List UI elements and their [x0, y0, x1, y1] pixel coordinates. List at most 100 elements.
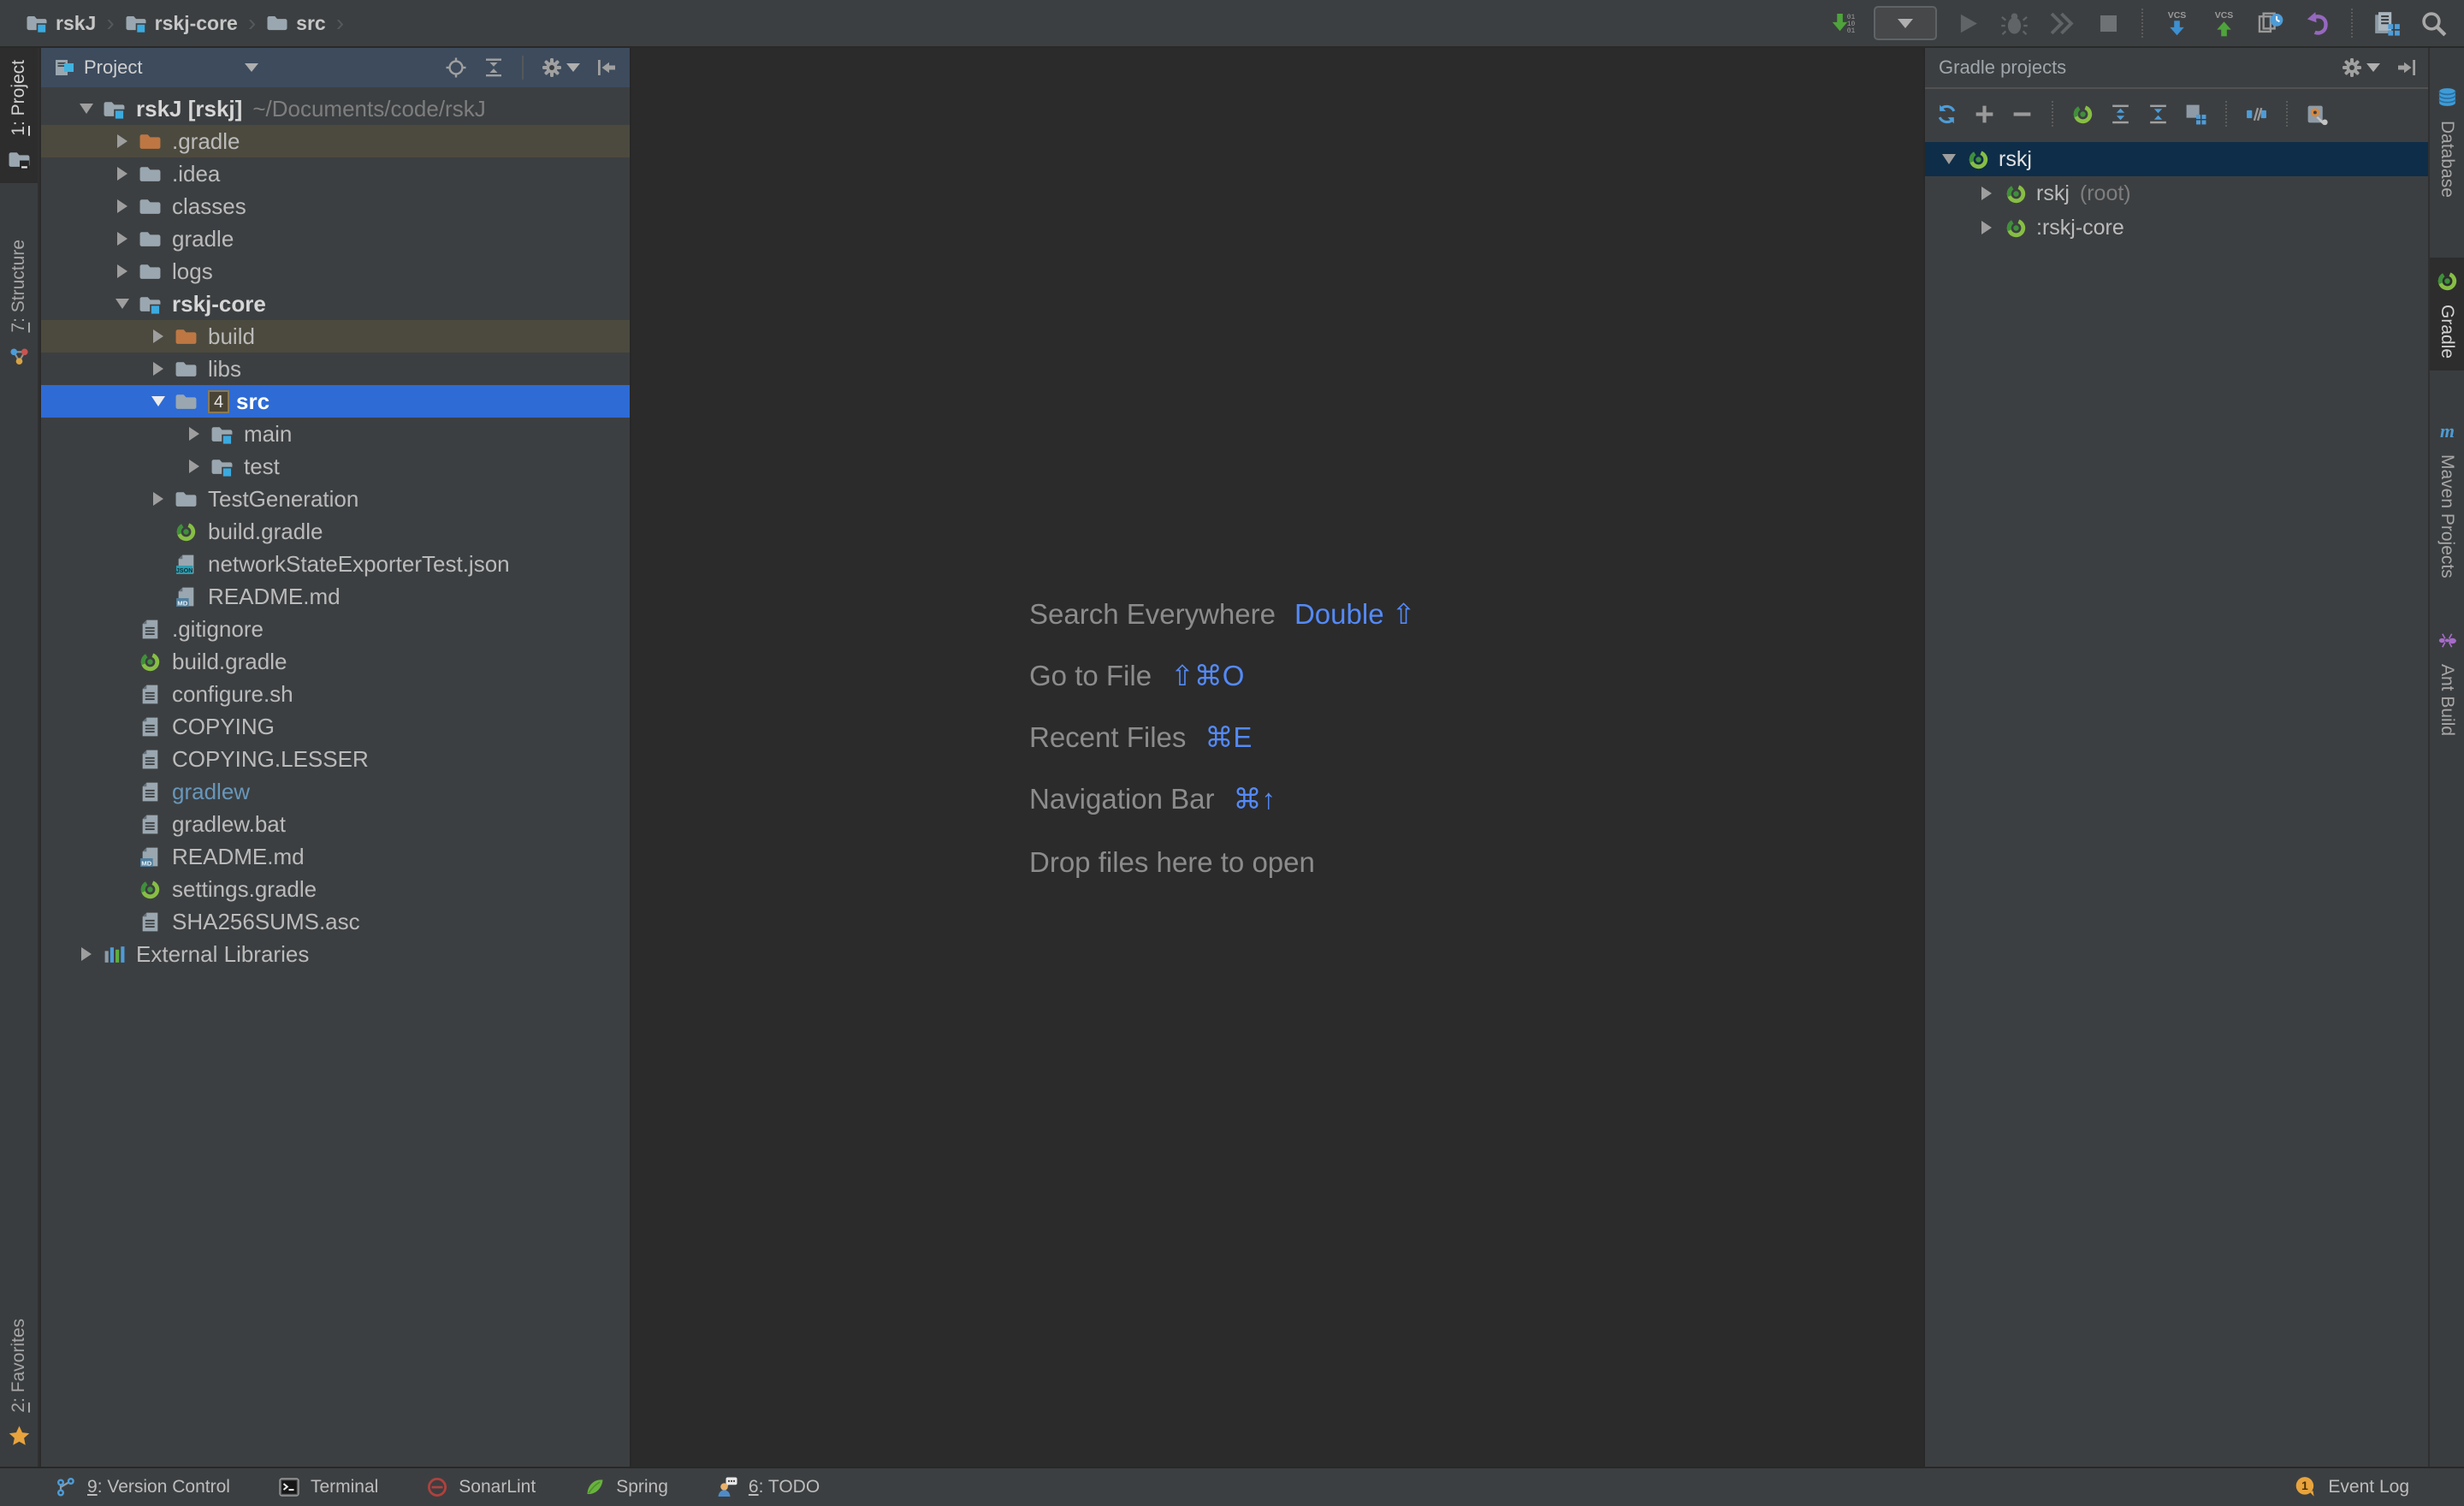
tree-row[interactable]: .gradle [41, 125, 630, 157]
tree-toggle[interactable] [144, 396, 173, 406]
gradle-settings-button[interactable] [2306, 103, 2329, 126]
collapse-all-button[interactable] [2147, 103, 2170, 126]
tree-row[interactable]: settings.gradle [41, 873, 630, 905]
tool-window-tab-maven-projects[interactable]: mMaven Projects [2430, 407, 2464, 590]
tree-toggle[interactable] [144, 362, 173, 376]
tree-row[interactable]: logs [41, 255, 630, 288]
vcs-commit-button[interactable]: VCS [2206, 6, 2241, 40]
statusbar-item-label: Spring [616, 1477, 668, 1497]
attach-project-button[interactable] [1973, 103, 1996, 126]
breadcrumb-item[interactable]: src [266, 12, 326, 35]
breadcrumb-item[interactable]: rskJ [26, 12, 96, 35]
statusbar-item-version-control[interactable]: 9: Version Control [55, 1476, 230, 1498]
project-tool-window-header[interactable]: Project [41, 48, 630, 87]
tree-row[interactable]: COPYING.LESSER [41, 743, 630, 775]
collapse-all-button[interactable] [483, 56, 505, 79]
tree-row[interactable]: rskj-core [41, 288, 630, 320]
tree-toggle[interactable] [1971, 221, 2002, 234]
run-button[interactable] [1950, 6, 1984, 40]
statusbar-item-todo[interactable]: 6: TODO [716, 1476, 820, 1498]
gradle-tree-row[interactable]: rskj(root) [1925, 176, 2428, 210]
chevron-down-icon [1898, 19, 1913, 28]
hide-left-icon [595, 56, 618, 79]
refresh-gradle-button[interactable] [1935, 103, 1958, 126]
tree-toggle[interactable] [108, 167, 137, 181]
tree-toggle[interactable] [108, 232, 137, 246]
tree-row[interactable]: gradlew.bat [41, 808, 630, 840]
tree-row[interactable]: 4src [41, 385, 630, 418]
tree-row[interactable]: build.gradle [41, 515, 630, 548]
event-log-button[interactable]: 1Event Log [2294, 1475, 2409, 1499]
tool-window-tab-ant-build[interactable]: Ant Build [2430, 617, 2464, 748]
hide-right-button[interactable] [2396, 56, 2418, 79]
local-history-button[interactable] [2254, 6, 2288, 40]
tree-row[interactable]: JSONnetworkStateExporterTest.json [41, 548, 630, 580]
tree-row[interactable]: classes [41, 190, 630, 222]
tree-item-label: rskj [1999, 147, 2032, 172]
hide-left-button[interactable] [595, 56, 618, 79]
tool-window-tab-label: 7: Structure [9, 240, 29, 333]
tree-row[interactable]: test [41, 450, 630, 483]
tree-row[interactable]: .gitignore [41, 613, 630, 645]
gear-button[interactable] [541, 56, 580, 79]
expand-all-button[interactable] [2109, 103, 2132, 126]
tree-toggle[interactable] [144, 492, 173, 506]
run-configuration-select[interactable] [1874, 6, 1937, 40]
tool-window-tab-favorites[interactable]: 2: Favorites [0, 1307, 38, 1460]
gradle-tree-row[interactable]: :rskj-core [1925, 210, 2428, 245]
tool-window-tab-structure[interactable]: 7: Structure [0, 228, 38, 380]
tree-row[interactable]: libs [41, 353, 630, 385]
group-modules-button[interactable] [2184, 103, 2207, 126]
tree-toggle[interactable] [72, 947, 101, 961]
tree-toggle[interactable] [72, 104, 101, 114]
tree-row[interactable]: build [41, 320, 630, 353]
tool-window-tab-gradle[interactable]: Gradle [2430, 258, 2464, 371]
statusbar-item-spring[interactable]: Spring [583, 1476, 668, 1498]
tree-row[interactable]: rskJ [rskj]~/Documents/code/rskJ [41, 92, 630, 125]
tree-toggle[interactable] [108, 299, 137, 309]
detach-project-button[interactable] [2011, 103, 2034, 126]
gradle-tool-window-header[interactable]: Gradle projects [1925, 48, 2428, 89]
tree-toggle[interactable] [1971, 187, 2002, 200]
gradle-tree-row[interactable]: rskj [1925, 142, 2428, 176]
chevron-expanded-icon [1942, 154, 1956, 164]
tree-row[interactable]: gradlew [41, 775, 630, 808]
tree-toggle[interactable] [108, 199, 137, 213]
tree-row[interactable]: build.gradle [41, 645, 630, 678]
statusbar-item-terminal[interactable]: Terminal [278, 1476, 378, 1498]
tree-row[interactable]: COPYING [41, 710, 630, 743]
search-everywhere-button[interactable] [2416, 6, 2450, 40]
tree-toggle[interactable] [1934, 154, 1964, 164]
project-structure-button[interactable] [2369, 6, 2403, 40]
chevron-collapsed-icon [117, 134, 127, 148]
debug-button[interactable] [1997, 6, 2031, 40]
update-with-sources-button[interactable]: 011001 [1827, 6, 1861, 40]
vcs-update-button[interactable]: VCS [2159, 6, 2194, 40]
tree-toggle[interactable] [144, 329, 173, 343]
offline-mode-button[interactable] [2245, 103, 2268, 126]
tree-row[interactable]: main [41, 418, 630, 450]
run-coverage-button[interactable] [2044, 6, 2078, 40]
tree-row[interactable]: MDREADME.md [41, 580, 630, 613]
breadcrumb-item[interactable]: rskj-core [125, 12, 238, 35]
rollback-button[interactable] [2301, 6, 2335, 40]
run-gradle-task-button[interactable] [2071, 103, 2094, 126]
tree-toggle[interactable] [180, 427, 209, 441]
tree-row[interactable]: External Libraries [41, 938, 630, 970]
tree-row[interactable]: SHA256SUMS.asc [41, 905, 630, 938]
tree-row[interactable]: .idea [41, 157, 630, 190]
tree-toggle[interactable] [108, 134, 137, 148]
gear-button[interactable] [2341, 56, 2380, 79]
chevron-down-icon[interactable] [245, 63, 258, 72]
tree-row[interactable]: MDREADME.md [41, 840, 630, 873]
locate-button[interactable] [445, 56, 467, 79]
tree-toggle[interactable] [108, 264, 137, 278]
tree-toggle[interactable] [180, 460, 209, 473]
stop-button[interactable] [2091, 6, 2125, 40]
statusbar-item-sonarlint[interactable]: SonarLint [426, 1476, 536, 1498]
tool-window-tab-database[interactable]: Database [2430, 74, 2464, 210]
tree-row[interactable]: gradle [41, 222, 630, 255]
tree-row[interactable]: TestGeneration [41, 483, 630, 515]
tree-row[interactable]: configure.sh [41, 678, 630, 710]
tool-window-tab-project[interactable]: 1: Project [0, 48, 38, 183]
